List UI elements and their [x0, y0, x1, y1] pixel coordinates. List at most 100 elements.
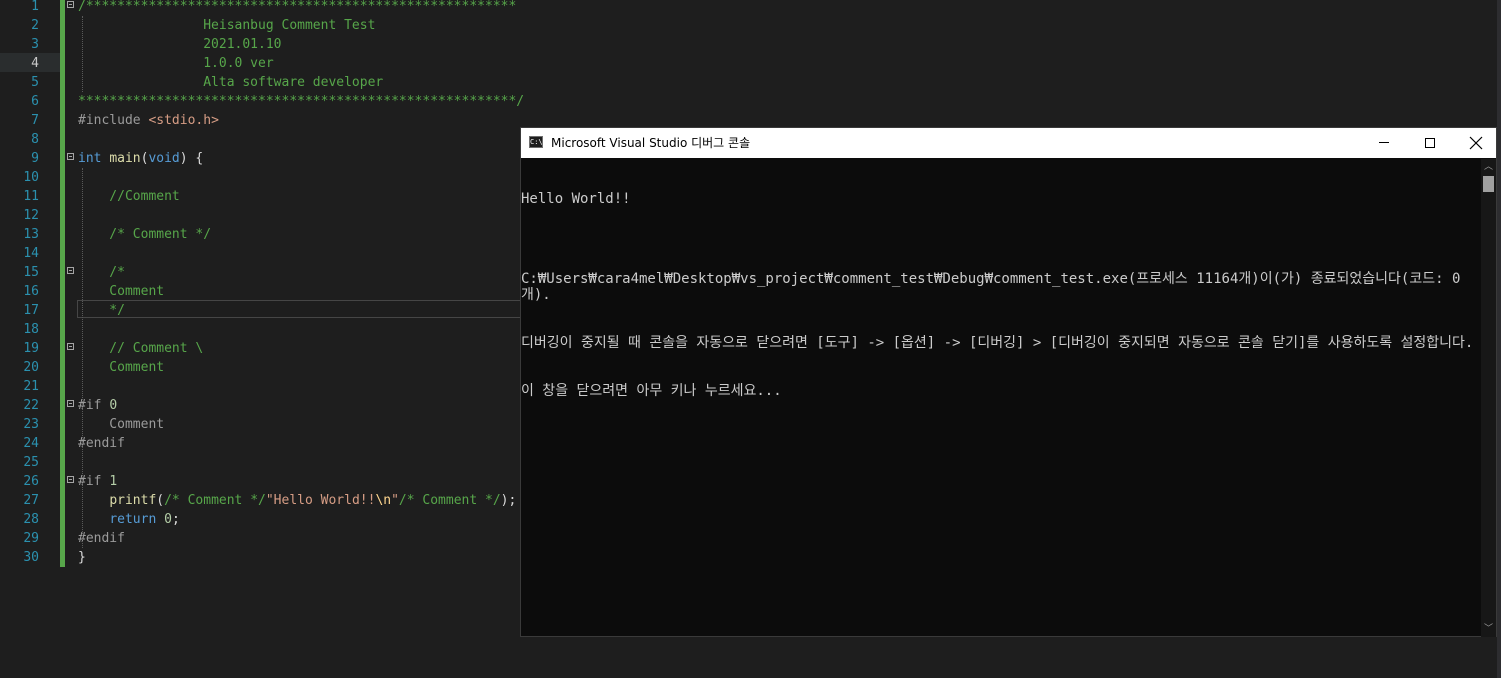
- collapse-icon[interactable]: [67, 476, 74, 483]
- code-text: ****************************************…: [78, 92, 524, 111]
- collapse-icon[interactable]: [67, 267, 74, 274]
- code-line[interactable]: 5 Alta software developer: [0, 73, 1501, 92]
- console-output-line: C:₩Users₩cara4mel₩Desktop₩vs_project₩com…: [521, 271, 1461, 303]
- scroll-thumb[interactable]: [1483, 176, 1494, 192]
- code-token: ": [391, 493, 399, 508]
- console-title: Microsoft Visual Studio 디버그 콘솔: [551, 136, 751, 150]
- code-token: #include: [78, 113, 149, 128]
- code-token: int: [78, 151, 102, 166]
- line-number: 10: [23, 170, 39, 185]
- code-line[interactable]: 1 /**************************************…: [0, 0, 1501, 16]
- line-number: 30: [23, 550, 39, 565]
- code-text: /* Comment */: [78, 225, 211, 244]
- code-line[interactable]: 2 Heisanbug Comment Test: [0, 16, 1501, 35]
- code-token: return: [109, 512, 157, 527]
- code-text: */: [78, 301, 125, 320]
- code-token: 2021.01.10: [78, 37, 282, 52]
- code-token: Comment: [78, 417, 165, 432]
- code-text: printf(/* Comment */"Hello World!!\n"/* …: [78, 491, 516, 510]
- code-text: #if 0: [78, 396, 117, 415]
- code-text: /*: [78, 263, 125, 282]
- console-output-line: 이 창을 닫으려면 아무 키나 누르세요...: [521, 383, 782, 399]
- collapse-icon[interactable]: [67, 1, 74, 8]
- code-token: Comment: [78, 284, 165, 299]
- scroll-down-arrow-icon[interactable]: ﹀: [1481, 621, 1496, 637]
- code-token: \n: [375, 493, 392, 508]
- line-number: 29: [23, 531, 39, 546]
- close-button[interactable]: [1452, 128, 1498, 158]
- line-number: 6: [31, 94, 39, 109]
- code-token: Comment: [78, 360, 165, 375]
- code-token: /*: [78, 265, 125, 280]
- code-token: 0: [109, 398, 118, 413]
- code-line[interactable]: 3 2021.01.10: [0, 35, 1501, 54]
- line-number: 27: [23, 493, 39, 508]
- line-number: 21: [23, 379, 39, 394]
- line-number: 2: [31, 18, 39, 33]
- code-text: }: [78, 548, 86, 567]
- code-token: Heisanbug Comment Test: [78, 18, 376, 33]
- code-text: Comment: [78, 415, 164, 434]
- code-text: #endif: [78, 529, 125, 548]
- code-token: printf: [109, 493, 157, 508]
- console-app-icon: C:\: [529, 136, 543, 148]
- line-number: 3: [31, 37, 39, 52]
- console-scrollbar[interactable]: ︿ ﹀: [1481, 159, 1496, 637]
- line-number: 11: [23, 189, 39, 204]
- line-number: 19: [23, 341, 39, 356]
- line-number: 20: [23, 360, 39, 375]
- code-token: /***************************************…: [78, 0, 517, 14]
- code-token: );: [500, 493, 517, 508]
- line-number: 5: [31, 75, 39, 90]
- collapse-icon[interactable]: [67, 153, 74, 160]
- code-line[interactable]: 4 1.0.0 ver: [0, 54, 1501, 73]
- line-number: 18: [23, 322, 39, 337]
- code-line[interactable]: 6 ***************************************…: [0, 92, 1501, 111]
- code-token: ;: [171, 512, 180, 527]
- line-number: 15: [23, 265, 39, 280]
- code-text: /***************************************…: [78, 0, 516, 16]
- line-number: 26: [23, 474, 39, 489]
- code-token: 1: [109, 474, 118, 489]
- code-token: Alta software developer: [78, 75, 384, 90]
- maximize-icon: [1425, 138, 1435, 148]
- code-text: Comment: [78, 282, 164, 301]
- line-number: 8: [31, 132, 39, 147]
- console-output: Hello World!! C:₩Users₩cara4mel₩Desktop₩…: [521, 159, 1481, 637]
- code-text: Alta software developer: [78, 73, 383, 92]
- line-number: 13: [23, 227, 39, 242]
- code-token: /* Comment */: [164, 493, 266, 508]
- debug-console-window[interactable]: C:\ Microsoft Visual Studio 디버그 콘솔 Hello…: [520, 127, 1497, 637]
- code-text: #include <stdio.h>: [78, 111, 219, 130]
- maximize-button[interactable]: [1407, 128, 1453, 158]
- code-text: #if 1: [78, 472, 117, 491]
- code-token: //Comment: [78, 189, 180, 204]
- code-text: Comment: [78, 358, 164, 377]
- code-token: ) {: [179, 151, 204, 166]
- code-token: /* Comment */: [78, 227, 212, 242]
- line-number: 24: [23, 436, 39, 451]
- line-number: 28: [23, 512, 39, 527]
- indent-guide: [82, 16, 83, 92]
- line-number: 22: [23, 398, 39, 413]
- minimize-icon: [1379, 142, 1389, 143]
- collapse-icon[interactable]: [67, 343, 74, 350]
- code-token: #endif: [78, 436, 125, 451]
- console-title-bar[interactable]: C:\ Microsoft Visual Studio 디버그 콘솔: [521, 128, 1496, 158]
- line-number: 9: [31, 151, 39, 166]
- code-text: Heisanbug Comment Test: [78, 16, 375, 35]
- editor-vertical-scrollbar[interactable]: [1497, 0, 1501, 678]
- collapse-icon[interactable]: [67, 400, 74, 407]
- code-token: main: [109, 151, 141, 166]
- code-text: //Comment: [78, 187, 180, 206]
- code-text: 1.0.0 ver: [78, 54, 273, 73]
- line-number: 16: [23, 284, 39, 299]
- line-number: 12: [23, 208, 39, 223]
- console-output-line: Hello World!!: [521, 191, 631, 207]
- scroll-up-arrow-icon[interactable]: ︿: [1481, 159, 1496, 175]
- line-number: 17: [23, 303, 39, 318]
- code-token: ****************************************…: [78, 94, 525, 109]
- line-number: 1: [31, 0, 39, 14]
- code-text: #endif: [78, 434, 125, 453]
- minimize-button[interactable]: [1361, 128, 1407, 158]
